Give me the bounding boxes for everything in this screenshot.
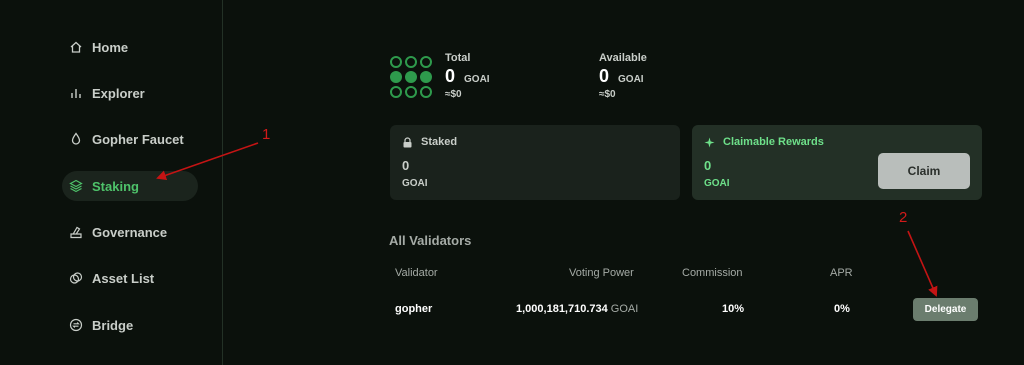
staked-card: Staked 0 GOAI <box>390 125 680 200</box>
sidebar-item-staking[interactable]: Staking <box>62 171 198 201</box>
sidebar-item-label: Home <box>92 39 129 55</box>
annotation-label-2: 2 <box>899 209 908 226</box>
total-usd: ≈$0 <box>445 89 462 100</box>
sidebar-item-gopher-faucet[interactable]: Gopher Faucet <box>62 124 198 154</box>
validator-commission: 10% <box>722 303 745 315</box>
voting-power-value: 1,000,181,710.734 <box>516 303 608 315</box>
sidebar-item-label: Staking <box>92 178 139 194</box>
staked-unit: GOAI <box>402 178 428 189</box>
home-icon <box>69 40 83 54</box>
lock-icon <box>402 136 413 148</box>
available-unit: GOAI <box>618 74 644 85</box>
rewards-value: 0 <box>704 158 712 173</box>
layers-icon <box>69 179 83 193</box>
sidebar: Home Explorer Gopher Faucet Staking Gove… <box>0 0 223 365</box>
delegate-button[interactable]: Delegate <box>913 298 978 321</box>
droplet-icon <box>69 132 83 146</box>
sidebar-item-label: Governance <box>92 224 168 240</box>
rewards-unit: GOAI <box>704 178 730 189</box>
total-balance: Total 0 GOAI ≈$0 <box>445 52 490 100</box>
exchange-icon <box>69 318 83 332</box>
total-label: Total <box>445 52 471 64</box>
available-balance: Available 0 GOAI ≈$0 <box>599 52 647 100</box>
claim-button[interactable]: Claim <box>878 153 970 189</box>
validator-apr: 0% <box>834 303 850 315</box>
total-unit: GOAI <box>464 74 490 85</box>
available-label: Available <box>599 52 647 64</box>
staked-value: 0 <box>402 158 410 173</box>
annotation-label-1: 1 <box>262 126 271 143</box>
rewards-card: Claimable Rewards 0 GOAI Claim <box>692 125 982 200</box>
validator-voting-power: 1,000,181,710.734 GOAI <box>516 303 638 315</box>
rewards-label: Claimable Rewards <box>723 136 824 148</box>
sidebar-item-asset-list[interactable]: Asset List <box>62 263 198 293</box>
bar-chart-icon <box>69 86 83 100</box>
voting-power-unit: GOAI <box>610 303 639 315</box>
coins-icon <box>69 271 83 285</box>
validator-name: gopher <box>395 303 433 315</box>
ballot-icon <box>69 225 83 239</box>
sidebar-item-governance[interactable]: Governance <box>62 217 198 247</box>
annotation-arrow-2 <box>907 230 938 297</box>
sidebar-item-label: Explorer <box>92 85 145 101</box>
available-usd: ≈$0 <box>599 89 616 100</box>
staked-label: Staked <box>421 136 458 148</box>
sidebar-item-label: Bridge <box>92 317 134 333</box>
available-value: 0 <box>599 66 610 86</box>
column-header-apr: APR <box>830 267 853 279</box>
total-value: 0 <box>445 66 456 86</box>
sidebar-item-label: Gopher Faucet <box>92 131 184 147</box>
sidebar-item-label: Asset List <box>92 270 155 286</box>
column-header-commission: Commission <box>682 267 743 279</box>
sidebar-item-bridge[interactable]: Bridge <box>62 310 198 340</box>
sidebar-item-home[interactable]: Home <box>62 32 198 62</box>
column-header-voting-power: Voting Power <box>569 267 634 279</box>
sparkle-icon <box>704 137 715 148</box>
sidebar-item-explorer[interactable]: Explorer <box>62 78 198 108</box>
goai-logo <box>390 56 432 98</box>
validators-title: All Validators <box>389 233 472 248</box>
column-header-validator: Validator <box>395 267 438 279</box>
